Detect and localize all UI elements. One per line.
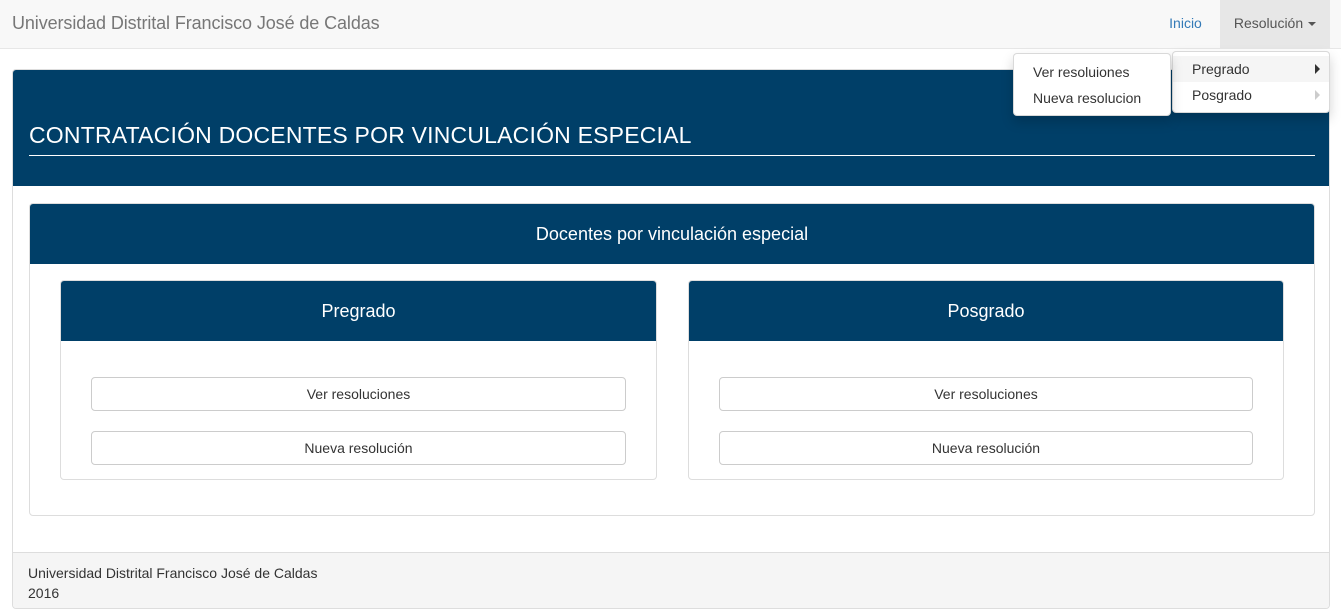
- caret-right-icon: [1315, 90, 1320, 100]
- resolucion-dropdown-menu: Pregrado Posgrado: [1172, 51, 1330, 113]
- page-title: CONTRATACIÓN DOCENTES POR VINCULACIÓN ES…: [29, 122, 692, 148]
- dropdown-item-posgrado[interactable]: Posgrado: [1173, 82, 1329, 108]
- pregrado-card-title: Pregrado: [61, 281, 656, 341]
- footer-year: 2016: [28, 585, 60, 601]
- posgrado-ver-resoluciones-button[interactable]: Ver resoluciones: [719, 377, 1253, 411]
- nav-dropdown-resolucion[interactable]: Resolución: [1220, 0, 1330, 48]
- nav-link-inicio[interactable]: Inicio: [1158, 0, 1213, 48]
- posgrado-card: Posgrado Ver resoluciones Nueva resoluci…: [688, 280, 1284, 480]
- docentes-panel-heading: Docentes por vinculación especial: [30, 204, 1314, 264]
- main-panel: CONTRATACIÓN DOCENTES POR VINCULACIÓN ES…: [12, 69, 1330, 609]
- caret-right-icon: [1315, 64, 1320, 74]
- caret-down-icon: [1308, 22, 1317, 27]
- dropdown-item-label: Pregrado: [1192, 61, 1250, 77]
- title-divider: [29, 155, 1315, 156]
- submenu-item-ver-resoluciones[interactable]: Ver resoluiones: [1014, 59, 1170, 85]
- panel-footer: Universidad Distrital Francisco José de …: [13, 552, 1329, 608]
- pregrado-submenu: Ver resoluiones Nueva resolucion: [1013, 53, 1171, 116]
- pregrado-nueva-resolucion-button[interactable]: Nueva resolución: [91, 431, 626, 465]
- posgrado-card-title: Posgrado: [689, 281, 1283, 341]
- pregrado-ver-resoluciones-button[interactable]: Ver resoluciones: [91, 377, 626, 411]
- pregrado-card: Pregrado Ver resoluciones Nueva resoluci…: [60, 280, 657, 480]
- dropdown-item-pregrado[interactable]: Pregrado: [1173, 56, 1329, 82]
- nav-dropdown-label: Resolución: [1233, 15, 1304, 31]
- top-navbar: Universidad Distrital Francisco José de …: [0, 0, 1341, 49]
- footer-institution: Universidad Distrital Francisco José de …: [28, 565, 318, 581]
- submenu-item-nueva-resolucion[interactable]: Nueva resolucion: [1014, 85, 1170, 111]
- posgrado-nueva-resolucion-button[interactable]: Nueva resolución: [719, 431, 1253, 465]
- navbar-brand[interactable]: Universidad Distrital Francisco José de …: [12, 13, 380, 34]
- dropdown-item-label: Posgrado: [1192, 87, 1252, 103]
- docentes-panel: Docentes por vinculación especial Pregra…: [29, 203, 1315, 516]
